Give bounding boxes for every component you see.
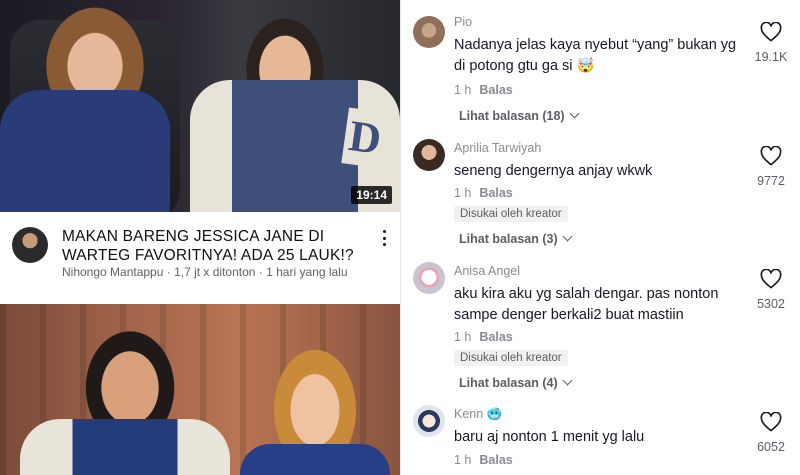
comment-text: seneng dengernya anjay wkwk (454, 163, 653, 179)
commenter-name[interactable]: Aprilia Tarwiyah (454, 141, 541, 155)
heart-icon (760, 411, 782, 432)
commenter-avatar[interactable] (413, 139, 445, 171)
commenter-avatar[interactable] (413, 16, 445, 48)
video-title[interactable]: MAKAN BARENG JESSICA JANE DI WARTEG FAVO… (62, 227, 362, 265)
liked-by-creator-badge: Disukai oleh kreator (454, 206, 568, 222)
video-duration-badge: 19:14 (351, 186, 392, 204)
comment-text: Nadanya jelas kaya nyebut “yang” bukan y… (454, 37, 737, 74)
channel-avatar[interactable] (12, 227, 48, 263)
video-thumbnail-2[interactable] (0, 304, 400, 475)
comment-text: aku kira aku yg salah dengar. pas nonton… (454, 286, 719, 323)
like-count: 9772 (757, 174, 785, 188)
comment-text: baru aj nonton 1 menit yg lalu (454, 429, 645, 445)
like-count: 6052 (757, 440, 785, 454)
comment-meta: 1 h Balas (454, 83, 513, 97)
video-meta: Nihongo Mantappu · 1,7 jt x ditonton · 1… (62, 265, 348, 279)
more-options-icon[interactable] (378, 228, 390, 248)
chevron-down-icon (562, 231, 573, 242)
video-info: MAKAN BARENG JESSICA JANE DI WARTEG FAVO… (0, 212, 400, 304)
person-woman (270, 344, 360, 454)
blue-jacket-left (0, 90, 170, 212)
reply-button[interactable]: Balas (479, 83, 512, 97)
reply-button[interactable]: Balas (479, 186, 512, 200)
comment-time: 1 h (454, 330, 472, 344)
person-man (80, 324, 180, 434)
view-replies-label: Lihat balasan (4) (459, 376, 558, 390)
like-button[interactable]: 6052 (753, 411, 789, 454)
heart-icon (760, 21, 782, 42)
liked-by-creator-badge: Disukai oleh kreator (454, 350, 568, 366)
like-button[interactable]: 9772 (753, 145, 789, 188)
like-count: 5302 (757, 297, 785, 311)
view-replies-button[interactable]: Lihat balasan (4) (459, 375, 573, 390)
commenter-name[interactable]: Pio (454, 15, 472, 29)
blue-jacket-right (240, 444, 390, 475)
view-replies-button[interactable]: Lihat balasan (3) (459, 231, 573, 246)
comment-time: 1 h (454, 186, 472, 200)
video-thumbnail-1[interactable]: D 19:14 (0, 0, 400, 212)
like-button[interactable]: 19.1K (753, 21, 789, 64)
like-button[interactable]: 5302 (753, 268, 789, 311)
comments-panel: Pio Nadanya jelas kaya nyebut “yang” buk… (400, 0, 800, 475)
youtube-panel: D 19:14 MAKAN BARENG JESSICA JANE DI WAR… (0, 0, 400, 475)
chevron-down-icon (569, 108, 580, 119)
view-replies-label: Lihat balasan (3) (459, 232, 558, 246)
view-replies-button[interactable]: Lihat balasan (18) (459, 108, 580, 123)
commenter-name[interactable]: Kenn 🥶 (454, 407, 502, 422)
commenter-avatar[interactable] (413, 405, 445, 437)
comment-meta: 1 h Balas (454, 453, 513, 467)
comment-time: 1 h (454, 453, 472, 467)
like-count: 19.1K (754, 50, 788, 64)
reply-button[interactable]: Balas (479, 330, 512, 344)
varsity-jacket (20, 419, 230, 475)
comment-meta: 1 h Balas (454, 186, 513, 200)
view-replies-label: Lihat balasan (18) (459, 109, 565, 123)
heart-icon (760, 268, 782, 289)
chevron-down-icon (562, 375, 573, 386)
jacket-letter: D (341, 107, 389, 169)
commenter-avatar[interactable] (413, 262, 445, 294)
reply-button[interactable]: Balas (479, 453, 512, 467)
commenter-name[interactable]: Anisa Angel (454, 264, 520, 278)
comment-meta: 1 h Balas (454, 330, 513, 344)
comment-time: 1 h (454, 83, 472, 97)
heart-icon (760, 145, 782, 166)
